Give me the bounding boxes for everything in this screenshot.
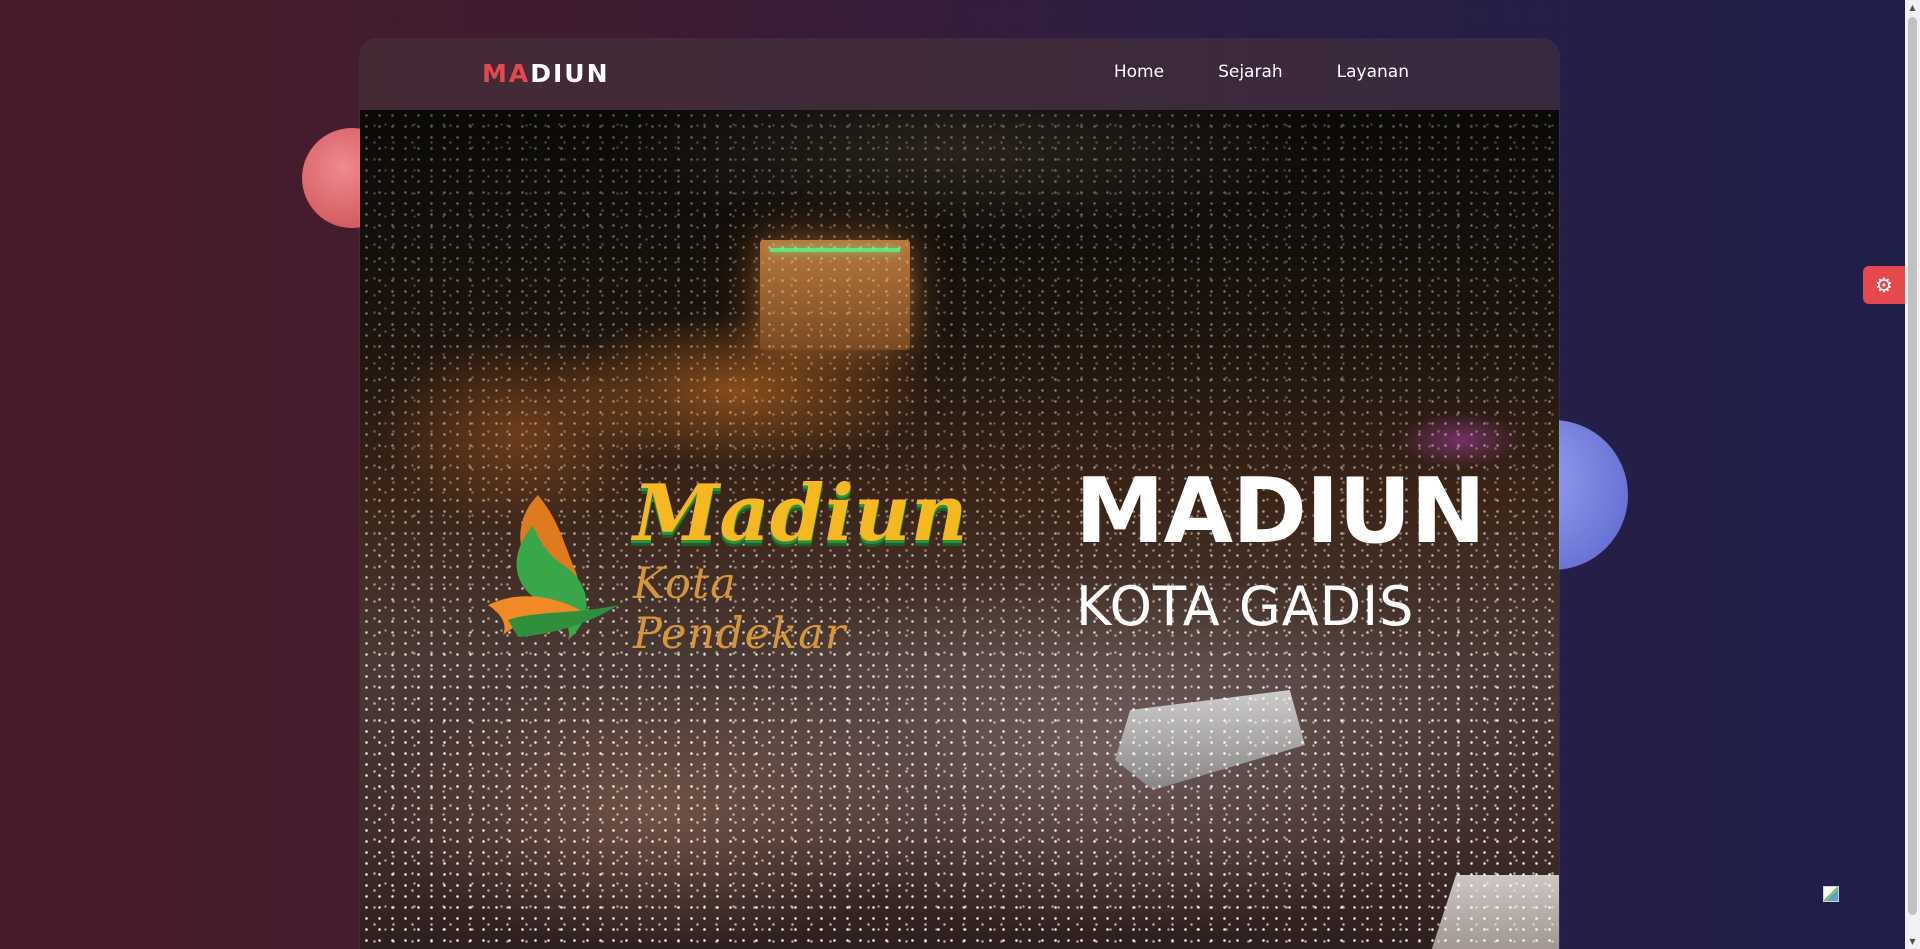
scroll-up-arrow-icon[interactable]: ▲ (1905, 0, 1920, 15)
hero-title: MADIUN (1075, 459, 1486, 564)
settings-button[interactable]: ⚙ (1863, 266, 1905, 304)
hero-subtitle: KOTA GADIS (1076, 575, 1415, 638)
logo-rest: DIUN (530, 59, 610, 88)
main-nav: Home Sejarah Layanan (1114, 62, 1409, 82)
hero-image: Madiun Kota Pendekar MADIUN KOTA GADIS (360, 110, 1559, 949)
main-card: MADIUN Home Sejarah Layanan Madiun Kota … (360, 39, 1559, 949)
page-scrollbar[interactable]: ▲ ▼ (1905, 0, 1920, 949)
nav-sejarah-link[interactable]: Sejarah (1218, 62, 1283, 82)
gear-icon: ⚙ (1875, 273, 1893, 297)
emblem-title: Madiun (633, 468, 968, 559)
emblem-text: Madiun Kota Pendekar (633, 468, 968, 660)
site-logo[interactable]: MADIUN (482, 59, 610, 88)
emblem-leaf-icon (488, 495, 618, 640)
logo-accent: MA (482, 59, 531, 88)
scroll-down-arrow-icon[interactable]: ▼ (1905, 934, 1920, 949)
navbar: MADIUN Home Sejarah Layanan (360, 39, 1559, 111)
nav-layanan-link[interactable]: Layanan (1337, 62, 1409, 82)
nav-home-link[interactable]: Home (1114, 62, 1164, 82)
broken-image-icon (1823, 886, 1839, 902)
madiun-kota-pendekar-logo: Madiun Kota Pendekar (478, 475, 967, 659)
emblem-subtitle: Kota Pendekar (633, 559, 847, 659)
scrollbar-thumb[interactable] (1908, 17, 1917, 915)
